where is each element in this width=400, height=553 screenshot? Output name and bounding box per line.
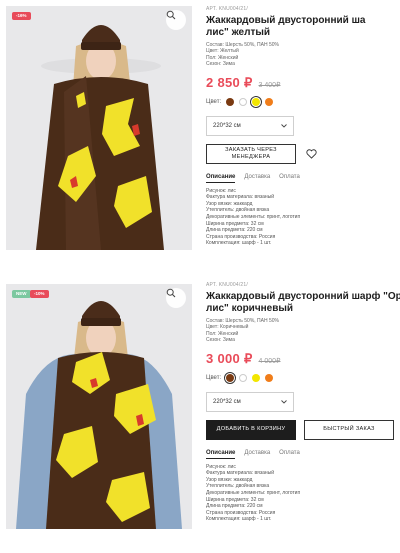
size-value: 220*32 см bbox=[213, 398, 241, 405]
color-swatch-orange[interactable] bbox=[265, 373, 274, 382]
order-via-manager-button[interactable]: ЗАКАЗАТЬ ЧЕРЕЗ МЕНЕДЖЕРА bbox=[206, 143, 296, 164]
chevron-down-icon bbox=[281, 399, 287, 404]
tab-delivery[interactable]: Доставка bbox=[244, 174, 270, 183]
spec-line: Сезон: Зима bbox=[206, 337, 235, 344]
info-tabs: Описание Доставка Оплата bbox=[206, 174, 396, 183]
current-price: 3 000 ₽ bbox=[206, 350, 253, 366]
product-specs: Состав: Шерсть 50%, ПАН 50% Цвет: Коричн… bbox=[206, 318, 396, 344]
chevron-down-icon bbox=[281, 123, 287, 128]
info-tabs: Описание Доставка Оплата bbox=[206, 450, 396, 459]
tab-description[interactable]: Описание bbox=[206, 450, 236, 459]
current-price: 2 850 ₽ bbox=[206, 74, 253, 90]
action-row: ДОБАВИТЬ В КОРЗИНУ БЫСТРЫЙ ЗАКАЗ bbox=[206, 419, 396, 440]
description-line: Ширина предмета: 32 см bbox=[206, 496, 264, 503]
action-row: ЗАКАЗАТЬ ЧЕРЕЗ МЕНЕДЖЕРА bbox=[206, 143, 396, 164]
spec-line: Сезон: Зима bbox=[206, 61, 235, 68]
tab-payment[interactable]: Оплата bbox=[279, 450, 300, 459]
zoom-button[interactable] bbox=[166, 10, 186, 30]
product-photo[interactable]: -16% bbox=[6, 6, 192, 250]
color-label: Цвет: bbox=[206, 98, 222, 105]
description: Рисунок: лис Фактура материала: вязаный … bbox=[206, 188, 396, 247]
old-price: 4 000₽ bbox=[258, 357, 281, 365]
old-price: 3 400₽ bbox=[258, 81, 281, 89]
color-selector: Цвет: bbox=[206, 371, 396, 385]
quick-order-button[interactable]: БЫСТРЫЙ ЗАКАЗ bbox=[304, 419, 394, 440]
zoom-button[interactable] bbox=[166, 288, 186, 308]
product-card: NEW -10% АРТ. KNU004/21/ Жаккардовый дву… bbox=[0, 276, 400, 552]
description-line: Страна производства: Россия bbox=[206, 509, 276, 516]
size-value: 220*32 см bbox=[213, 122, 241, 129]
product-photo[interactable]: NEW -10% bbox=[6, 284, 192, 529]
description-line: Длина предмета: 220 см bbox=[206, 227, 263, 234]
product-card: -16% АРТ. KNU004/21/ Жаккардовый двустор… bbox=[0, 0, 400, 276]
discount-badge: -16% bbox=[12, 12, 31, 20]
product-image bbox=[6, 284, 192, 529]
tab-payment[interactable]: Оплата bbox=[279, 174, 300, 183]
price-row: 2 850 ₽ 3 400₽ bbox=[206, 75, 396, 91]
size-select[interactable]: 220*32 см bbox=[206, 115, 294, 136]
product-title: Жаккардовый двусторонний шарф "Ору лис" … bbox=[206, 291, 400, 314]
color-swatch-brown[interactable] bbox=[223, 371, 237, 385]
description-line: Ширина предмета: 32 см bbox=[206, 220, 264, 227]
description-line: Страна производства: Россия bbox=[206, 233, 276, 240]
article-number: АРТ. KNU004/21/ bbox=[206, 282, 248, 288]
description-line: Длина предмета: 220 см bbox=[206, 503, 263, 510]
tab-delivery[interactable]: Доставка bbox=[244, 450, 270, 459]
description-line: Декоративные элементы: принт, логотип bbox=[206, 214, 301, 220]
size-select[interactable]: 220*32 см bbox=[206, 391, 294, 412]
heart-icon[interactable] bbox=[306, 148, 317, 159]
add-to-cart-button[interactable]: ДОБАВИТЬ В КОРЗИНУ bbox=[206, 419, 296, 440]
description-line: Фактура материала: вязаный bbox=[206, 194, 275, 201]
description-line: Фактура материала: вязаный bbox=[206, 470, 275, 477]
price-row: 3 000 ₽ 4 000₽ bbox=[206, 351, 396, 367]
color-label: Цвет: bbox=[206, 374, 222, 381]
product-image bbox=[6, 6, 192, 250]
color-swatch-orange[interactable] bbox=[265, 97, 274, 106]
color-selector: Цвет: bbox=[206, 95, 396, 109]
product-title: Жаккардовый двусторонний ша лис" желтый bbox=[206, 15, 366, 38]
description-line: Утеплитель: двойная вязка bbox=[206, 207, 270, 214]
product-info: АРТ. KNU004/21/ Жаккардовый двусторонний… bbox=[206, 276, 400, 523]
description-line: Декоративные элементы: принт, логотип bbox=[206, 490, 301, 496]
product-info: АРТ. KNU004/21/ Жаккардовый двусторонний… bbox=[206, 0, 396, 247]
new-badge: NEW bbox=[12, 290, 31, 298]
discount-badge: -10% bbox=[30, 290, 49, 298]
color-swatch-brown[interactable] bbox=[226, 97, 235, 106]
description-line: Комплектация: шарф - 1 шт. bbox=[206, 516, 272, 523]
description: Рисунок: лис Фактура материала: вязаный … bbox=[206, 464, 396, 523]
color-swatch-white[interactable] bbox=[239, 97, 248, 106]
magnifier-icon bbox=[166, 10, 176, 20]
description-line: Утеплитель: двойная вязка bbox=[206, 483, 270, 490]
article-number: АРТ. KNU004/21/ bbox=[206, 6, 248, 12]
magnifier-icon bbox=[166, 288, 176, 298]
tab-description[interactable]: Описание bbox=[206, 174, 236, 183]
product-specs: Состав: Шерсть 50%, ПАН 50% Цвет: Желтый… bbox=[206, 42, 396, 68]
color-swatch-yellow[interactable] bbox=[249, 95, 263, 109]
description-line: Комплектация: шарф - 1 шт. bbox=[206, 240, 272, 247]
color-swatch-yellow[interactable] bbox=[252, 373, 261, 382]
color-swatch-white[interactable] bbox=[239, 373, 248, 382]
